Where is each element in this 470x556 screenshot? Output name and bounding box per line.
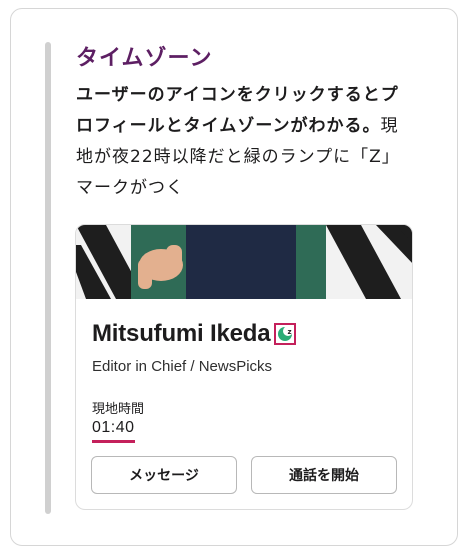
description-bold: ユーザーのアイコンをクリックするとプロフィールとタイムゾーンがわかる。 xyxy=(76,85,399,136)
profile-card: Mitsufumi Ikeda z Editor in Chief / News… xyxy=(75,224,413,510)
profile-cover-photo xyxy=(76,225,412,299)
quote-accent-bar xyxy=(45,42,51,514)
local-time-value: 01:40 xyxy=(92,419,135,443)
profile-name[interactable]: Mitsufumi Ikeda xyxy=(92,320,271,348)
section-description: ユーザーのアイコンをクリックするとプロフィールとタイムゾーンがわかる。現地が夜2… xyxy=(76,80,416,204)
section-title: タイムゾーン xyxy=(76,46,213,71)
message-button[interactable]: メッセージ xyxy=(91,456,237,494)
snooze-letter: z xyxy=(288,328,292,336)
snooze-status-icon: z xyxy=(274,323,297,345)
profile-name-row: Mitsufumi Ikeda z xyxy=(92,320,297,348)
local-time-label: 現地時間 xyxy=(92,402,145,417)
profile-job-title: Editor in Chief / NewsPicks xyxy=(92,358,273,375)
start-call-button[interactable]: 通話を開始 xyxy=(251,456,397,494)
